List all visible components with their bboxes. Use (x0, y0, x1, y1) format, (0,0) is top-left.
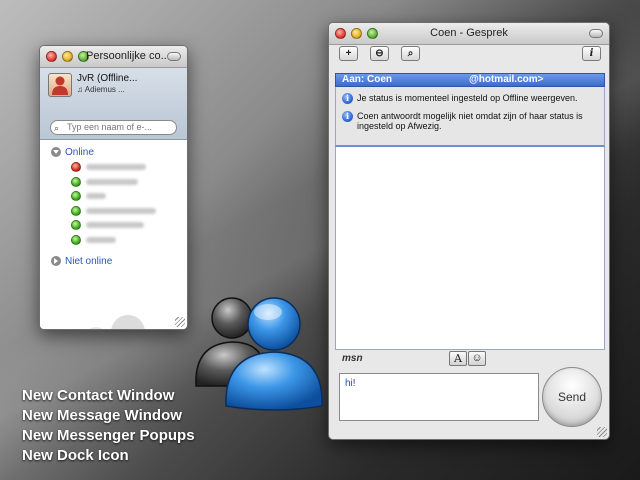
online-status-icon (71, 191, 81, 202)
feature-captions: New Contact Window New Message Window Ne… (22, 386, 195, 466)
message-history[interactable] (335, 147, 605, 350)
caption-line: New Contact Window (22, 387, 175, 404)
contact-item[interactable] (40, 204, 187, 219)
contact-item[interactable] (40, 160, 187, 175)
online-status-icon (71, 220, 81, 231)
online-status-icon (71, 205, 81, 216)
disclosure-triangle-icon[interactable] (51, 256, 61, 266)
notice-item: i Coen antwoordt mogelijk niet omdat zij… (342, 111, 600, 131)
search-icon: ⌕ (54, 123, 60, 133)
compose-toolbar: msn A ☺ (335, 350, 605, 368)
contact-name-obscured (86, 207, 156, 214)
online-status-icon (71, 234, 81, 245)
window-controls (46, 51, 89, 62)
toolbar-toggle-button[interactable] (589, 29, 603, 38)
contact-item[interactable] (40, 175, 187, 190)
message-input[interactable]: hi! (339, 373, 539, 421)
notice-text: Coen antwoordt mogelijk niet omdat zijn … (357, 111, 583, 131)
message-input-text: hi! (345, 378, 356, 389)
recipient-bar: Aan: Coen @hotmail.com> (335, 73, 605, 87)
contact-name-obscured (86, 164, 146, 171)
block-icon: ⊖ (375, 48, 384, 59)
emoticon-icon: ☺ (471, 352, 483, 364)
user-icon (52, 76, 68, 95)
close-button[interactable] (46, 51, 57, 62)
buddy-watermark-icon (89, 315, 145, 329)
contact-window-titlebar[interactable]: Persoonlijke co... (40, 46, 187, 68)
info-icon: i (342, 93, 353, 104)
disclosure-triangle-icon[interactable] (51, 147, 61, 157)
avatar[interactable] (48, 73, 72, 97)
font-button[interactable]: A (449, 351, 467, 366)
contact-name-obscured (86, 178, 138, 185)
contact-list: Online Niet online (40, 140, 187, 329)
emoticon-button[interactable]: ☺ (468, 351, 486, 366)
search-icon: ⌕ (407, 48, 414, 59)
conversation-window-titlebar[interactable]: Coen - Gesprek (329, 23, 609, 45)
my-profile-panel: JvR (Offline... ♫ Adiemus ... ⌕ Typ een … (40, 68, 187, 140)
contact-item[interactable] (40, 218, 187, 233)
group-label: Niet online (65, 255, 113, 267)
conversation-window: Coen - Gesprek + ⊖ ⌕ i Aan: Coen @hotmai… (328, 22, 610, 440)
group-offline[interactable]: Niet online (40, 253, 187, 269)
search-button[interactable]: ⌕ (401, 46, 420, 61)
plus-icon: + (345, 48, 352, 59)
contact-window-title: Persoonlijke co... (86, 50, 167, 62)
invite-button[interactable]: + (339, 46, 358, 61)
info-button[interactable]: i (582, 46, 601, 61)
send-button[interactable]: Send (542, 367, 602, 427)
notice-area: i Je status is momenteel ingesteld op Of… (335, 87, 605, 147)
info-icon: i (342, 111, 353, 122)
notice-text: Je status is momenteel ingesteld op Offl… (357, 93, 578, 103)
group-online[interactable]: Online (40, 144, 187, 160)
search-placeholder: Typ een naam of e-... (67, 122, 153, 132)
online-status-icon (71, 176, 81, 187)
font-icon: A (454, 352, 462, 365)
contact-item[interactable] (40, 233, 187, 248)
caption-line: New Dock Icon (22, 447, 129, 464)
messenger-dock-icon (195, 297, 323, 411)
busy-status-icon (71, 162, 81, 173)
resize-handle[interactable] (175, 317, 185, 327)
contact-item[interactable] (40, 189, 187, 204)
recipient-email: @hotmail.com> (469, 74, 544, 85)
recipient-label: Aan: Coen (342, 74, 392, 85)
toolbar-toggle-button[interactable] (167, 52, 181, 61)
block-button[interactable]: ⊖ (370, 46, 389, 61)
contact-window: Persoonlijke co... JvR (Offline... ♫ Adi… (39, 45, 188, 330)
caption-line: New Message Window (22, 407, 182, 424)
contact-name-obscured (86, 193, 106, 200)
info-icon: i (589, 48, 594, 59)
contact-name-obscured (86, 236, 116, 243)
contact-name-obscured (86, 222, 144, 229)
minimize-button[interactable] (62, 51, 73, 62)
my-personal-message[interactable]: ♫ Adiemus ... (77, 85, 125, 94)
group-label: Online (65, 146, 94, 158)
my-display-name[interactable]: JvR (Offline... (77, 73, 137, 84)
msn-logo: msn (342, 353, 363, 364)
conversation-window-title: Coen - Gesprek (430, 27, 508, 39)
search-input[interactable]: ⌕ Typ een naam of e-... (50, 120, 177, 135)
resize-handle[interactable] (597, 427, 607, 437)
notice-item: i Je status is momenteel ingesteld op Of… (342, 93, 600, 104)
caption-line: New Messenger Popups (22, 427, 195, 444)
